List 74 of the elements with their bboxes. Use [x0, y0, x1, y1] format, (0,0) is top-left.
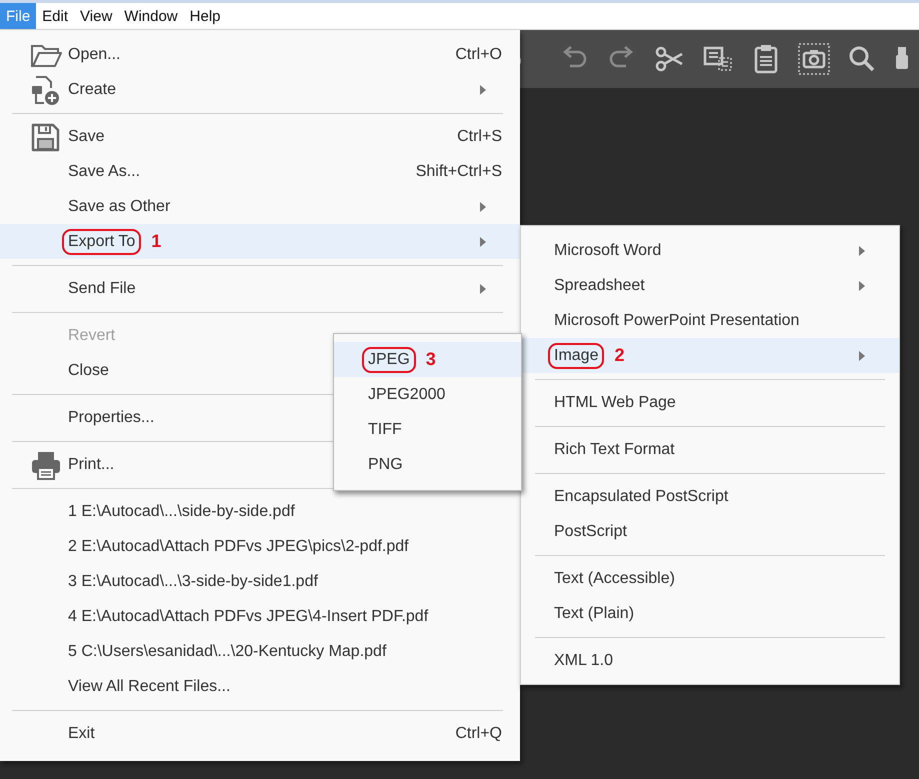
- menu-item[interactable]: Save as Other: [0, 189, 520, 224]
- menu-item[interactable]: Text (Accessible): [521, 561, 899, 596]
- menu-item[interactable]: Encapsulated PostScript: [521, 479, 899, 514]
- shortcut-label: Ctrl+S: [457, 128, 502, 146]
- menu-item-label: 5 C:\Users\esanidad\...\20-Kentucky Map.pdf: [68, 642, 386, 660]
- menu-item-label: Microsoft PowerPoint Presentation: [554, 312, 800, 330]
- menu-item-label: Microsoft Word: [554, 242, 662, 260]
- menu-item-label: Image: [554, 346, 598, 364]
- menu-item[interactable]: Create: [0, 72, 520, 107]
- menu-item-label: Print...: [68, 456, 114, 474]
- menu-item[interactable]: 1 E:\Autocad\...\side-by-side.pdf: [0, 494, 520, 529]
- menu-item-label: Save as Other: [68, 198, 170, 216]
- menu-item-label: Create: [68, 80, 116, 98]
- menu-item[interactable]: Microsoft PowerPoint Presentation: [521, 303, 899, 338]
- menu-item[interactable]: Image 2: [521, 338, 899, 373]
- menu-item[interactable]: 5 C:\Users\esanidad\...\20-Kentucky Map.pdf: [0, 634, 520, 669]
- menu-item[interactable]: Exit Ctrl+Q: [0, 716, 520, 751]
- menu-item-label: Save As...: [68, 162, 140, 180]
- menu-bar-item[interactable]: Edit: [36, 3, 74, 29]
- menu-item-label: Text (Accessible): [554, 570, 675, 588]
- menu-item[interactable]: Export To 1: [0, 224, 520, 259]
- menu-item[interactable]: TIFF: [334, 412, 521, 447]
- menu-item[interactable]: Send File: [0, 271, 520, 306]
- annotation-number: 2: [614, 345, 624, 366]
- shortcut-label: Ctrl+O: [455, 46, 502, 64]
- menu-item[interactable]: JPEG2000: [334, 377, 521, 412]
- menu-item-label: JPEG2000: [368, 386, 446, 404]
- menu-item[interactable]: JPEG 3: [334, 342, 521, 377]
- menu-item-label: Save: [68, 128, 104, 146]
- menu-item[interactable]: Microsoft Word: [521, 233, 899, 268]
- menu-item-label: XML 1.0: [554, 652, 613, 670]
- document-plus-icon: [30, 74, 62, 104]
- menu-bar-item[interactable]: Window: [118, 3, 184, 29]
- menu-item[interactable]: PostScript: [521, 514, 899, 549]
- menu-item[interactable]: XML 1.0: [521, 643, 899, 678]
- menu-item-label: TIFF: [368, 420, 402, 438]
- menu-item-label: Exit: [68, 724, 95, 742]
- menu-item-label: Encapsulated PostScript: [554, 488, 728, 506]
- menu-item[interactable]: Text (Plain): [521, 596, 899, 631]
- menu-item-label: Export To: [68, 232, 136, 250]
- shortcut-label: Ctrl+Q: [455, 724, 502, 742]
- menu-item-label: 2 E:\Autocad\Attach PDFvs JPEG\pics\2-pdf.pdf: [68, 538, 409, 556]
- menu-item[interactable]: View All Recent Files...: [0, 669, 520, 704]
- menu-item-label: Revert: [68, 326, 116, 344]
- menu-item[interactable]: Spreadsheet: [521, 268, 899, 303]
- menu-item[interactable]: 2 E:\Autocad\Attach PDFvs JPEG\pics\2-pdf.pdf: [0, 529, 520, 564]
- menu-item-label: Text (Plain): [554, 604, 634, 622]
- menu-bar-item[interactable]: View: [74, 3, 118, 29]
- menu-item[interactable]: Save Ctrl+S: [0, 119, 520, 154]
- menu-item[interactable]: HTML Web Page: [521, 385, 899, 420]
- camera-icon[interactable]: [798, 43, 830, 75]
- menu-item-label: PNG: [368, 456, 403, 474]
- menu-item-label: View All Recent Files...: [68, 678, 230, 696]
- menu-item-label: 1 E:\Autocad\...\side-by-side.pdf: [68, 502, 295, 520]
- menu-item-label: PostScript: [554, 522, 627, 540]
- menu-item-label: Rich Text Format: [554, 440, 675, 458]
- menu-item[interactable]: 4 E:\Autocad\Attach PDFvs JPEG\4-Insert PDF.pdf: [0, 599, 520, 634]
- menu-item-label: HTML Web Page: [554, 394, 676, 412]
- menu-item-label: 3 E:\Autocad\...\3-side-by-side1.pdf: [68, 572, 318, 590]
- printer-icon: [30, 450, 62, 480]
- shortcut-label: Shift+Ctrl+S: [416, 162, 502, 180]
- annotation-number: 1: [151, 231, 162, 252]
- menu-item[interactable]: PNG: [334, 447, 521, 482]
- menu-item-label: Spreadsheet: [554, 276, 645, 294]
- menu-item[interactable]: Rich Text Format: [521, 432, 899, 467]
- menu-item-label: 4 E:\Autocad\Attach PDFvs JPEG\4-Insert PDF.pdf: [68, 608, 428, 626]
- menu-item-label: JPEG: [368, 350, 410, 368]
- menu-item-label: Open...: [68, 46, 120, 64]
- menu-bar-item[interactable]: Help: [184, 3, 226, 29]
- menu-item[interactable]: Open... Ctrl+O: [0, 37, 520, 72]
- menu-item-label: Send File: [68, 280, 136, 298]
- menu-item[interactable]: 3 E:\Autocad\...\3-side-by-side1.pdf: [0, 564, 520, 599]
- annotation-number: 3: [426, 349, 436, 370]
- menu-item[interactable]: Save As... Shift+Ctrl+S: [0, 154, 520, 189]
